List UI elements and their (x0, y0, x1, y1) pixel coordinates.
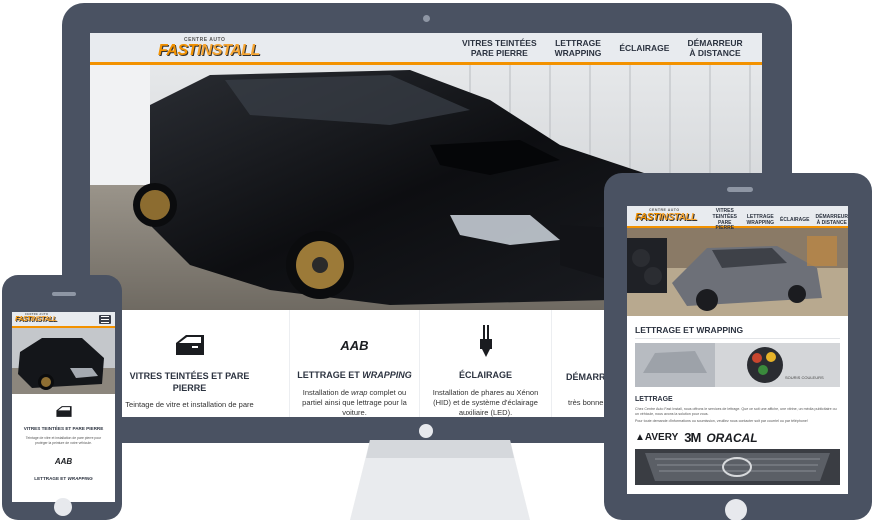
monitor-power-button (419, 424, 433, 438)
phone-home-button (54, 498, 72, 516)
monitor-stand (350, 440, 530, 520)
tablet-body-text: Chez Centre Auto Fast Install, nous offr… (635, 407, 837, 416)
3m-logo: 3M (684, 430, 701, 445)
avery-logo: ▲AVERY (635, 432, 679, 443)
nav-item-demarreur[interactable]: DÉMARREUR À DISTANCE (687, 38, 742, 59)
phone-logo[interactable]: CENTRE AUTO FASTINSTALL (15, 313, 57, 324)
phone-feature-vitres-desc: Teintage de vitre et installation de par… (25, 436, 102, 445)
tablet-section-title: LETTRAGE ET WRAPPING (635, 325, 840, 339)
feature-eclairage: ÉCLAIRAGE Installation de phares au Xéno… (420, 310, 552, 417)
tablet-logo[interactable]: CENTRE AUTO FASTINSTALL (635, 208, 697, 223)
tablet-nav-vitres[interactable]: VITRES TEINTÉES PARE PIERRE (709, 208, 741, 232)
logo-wordmark: FASTINSTALL (158, 42, 260, 59)
hamburger-menu-icon[interactable] (99, 315, 111, 324)
nav-item-lettrage[interactable]: LETTRAGE WRAPPING (555, 38, 602, 59)
site-logo[interactable]: CENTRE AUTO FASTINSTALL (158, 37, 260, 59)
phone-hero-car-photo (12, 328, 115, 394)
nav-item-vitres[interactable]: VITRES TEINTÉES PARE PIERRE (462, 38, 537, 59)
tablet-nav: VITRES TEINTÉES PARE PIERRE LETTRAGE WRAPP… (709, 208, 849, 232)
phone-screen: CENTRE AUTO FASTINSTALL VITRES TEINTÉES … (12, 312, 115, 502)
phone-feature-vitres-title: VITRES TEINTÉES ET PARE PIERRE (23, 426, 104, 431)
main-nav: VITRES TEINTÉES PARE PIERRE LETTRAGE WRAPP… (462, 37, 743, 61)
tablet-home-button (725, 499, 747, 520)
tablet-wrap-text: SOURIS COULEURS (785, 375, 824, 380)
tablet-grille-photo (635, 449, 840, 485)
site-header: CENTRE AUTO FASTINSTALL VITRES TEINTÉES P… (90, 33, 762, 65)
monitor-camera (423, 15, 430, 22)
phone-feature-lettrage-title: LETTRAGE ET WRAPPING (34, 476, 93, 481)
tablet-brand-logos: ▲AVERY 3M ORACAL (635, 430, 840, 445)
light-bulb-icon (420, 322, 551, 362)
tablet-screen: CENTRE AUTO FASTINSTALL VITRES TEINTÉES P… (627, 206, 848, 494)
oracal-logo: ORACAL (706, 430, 758, 445)
tablet-body-text-2: Pour toute demande d'informations ou sou… (635, 419, 808, 423)
tablet-header: CENTRE AUTO FASTINSTALL VITRES TEINTÉES P… (627, 206, 848, 231)
tablet-frame: CENTRE AUTO FASTINSTALL VITRES TEINTÉES P… (604, 173, 872, 520)
tablet-wrap-photo: SOURIS COULEURS (635, 343, 840, 387)
nav-item-eclairage[interactable]: ÉCLAIRAGE (619, 43, 669, 54)
feature-lettrage-desc: Installation de wrap complet ou partiel … (302, 388, 407, 417)
tablet-nav-lettrage[interactable]: LETTRAGE WRAPPING (747, 214, 775, 227)
phone-feature-lettrage: AAB LETTRAGE ET WRAPPING (12, 445, 115, 481)
aab-logo-icon: AAB (340, 337, 369, 353)
tablet-nav-eclairage[interactable]: ÉCLAIRAGE (780, 217, 809, 224)
tablet-sub-title: LETTRAGE (635, 396, 673, 403)
phone-car-door-icon (12, 405, 115, 418)
feature-eclairage-desc: Installation de phares au Xénon (HID) et… (432, 388, 539, 417)
tablet-nav-demarreur[interactable]: DÉMARREUR À DISTANCE (816, 214, 849, 227)
phone-frame: CENTRE AUTO FASTINSTALL VITRES TEINTÉES … (2, 275, 122, 520)
feature-lettrage-title: LETTRAGE ET WRAPPING (297, 370, 412, 380)
tablet-content: LETTRAGE ET WRAPPING SOURIS COULEURS LET… (627, 321, 848, 490)
phone-speaker (52, 292, 76, 296)
phone-header: CENTRE AUTO FASTINSTALL (12, 312, 115, 328)
tablet-hero-car-photo (627, 228, 848, 316)
phone-aab-logo-icon: AAB (54, 457, 73, 466)
tablet-speaker (727, 187, 753, 192)
feature-lettrage: AAB LETTRAGE ET WRAPPING Installation de… (290, 310, 420, 417)
phone-feature-vitres: VITRES TEINTÉES ET PARE PIERRE Teintage … (12, 399, 115, 445)
feature-eclairage-title: ÉCLAIRAGE (458, 370, 512, 380)
